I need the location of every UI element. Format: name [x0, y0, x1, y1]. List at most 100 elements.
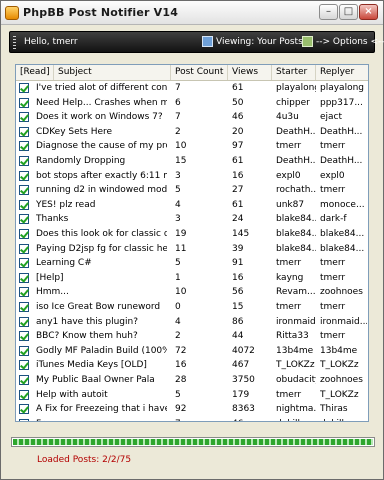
table-row[interactable]: YES! plz read 4 61 unk87 monoce... — [16, 199, 368, 212]
read-checkbox[interactable] — [19, 258, 29, 269]
table-row[interactable]: Freezez. 7 46 dakilla dakilla — [16, 418, 368, 421]
views-cell: 61 — [232, 156, 244, 166]
read-checkbox[interactable] — [19, 375, 29, 385]
table-row[interactable]: Godly MF Paladin Build (100% suc... 72 407… — [16, 345, 368, 358]
table-row[interactable]: Thanks 3 24 blake84... dark-f — [16, 213, 368, 226]
post-count-cell: 10 — [175, 141, 187, 152]
replyer-cell: tmerr — [320, 331, 346, 342]
read-checkbox[interactable] — [19, 229, 29, 239]
replyer-cell: tmerr — [320, 272, 346, 283]
read-checkbox[interactable] — [19, 331, 29, 342]
table-row[interactable]: CDKey Sets Here 2 20 DeathH... DeathH... — [16, 126, 368, 139]
read-checkbox[interactable] — [19, 214, 29, 225]
options-dropdown[interactable]: --> Options <-- ▾ — [316, 37, 384, 47]
read-checkbox[interactable] — [19, 302, 29, 312]
column-header-subject[interactable]: Subject — [54, 65, 171, 80]
minimize-button[interactable]: – — [319, 4, 338, 20]
starter-cell: T_LOKZz — [276, 360, 315, 371]
starter-cell: nightma... — [276, 404, 316, 415]
table-row[interactable]: My Public Baal Owner Pala 28 3750 obudacity… — [16, 374, 368, 387]
starter-cell: dakilla — [276, 418, 316, 421]
table-row[interactable]: Diagnose the cause of my problem... 10 97 t… — [16, 140, 368, 153]
subject-cell: Randomly Dropping — [36, 156, 126, 166]
viewing-dropdown[interactable]: Viewing: Your Posts ▾ — [216, 37, 310, 47]
views-cell: 467 — [232, 360, 250, 371]
read-checkbox[interactable] — [19, 389, 29, 400]
read-checkbox[interactable] — [19, 97, 29, 108]
table-row[interactable]: Learning C# 5 91 tmerr tmerr — [16, 257, 368, 270]
table-row[interactable]: A Fix for Freezeing that i have disc... 9… — [16, 403, 368, 416]
read-checkbox[interactable] — [19, 170, 29, 181]
maximize-button[interactable]: □ — [339, 4, 358, 20]
table-row[interactable]: running d2 in windowed mode... h... 5 27 ro… — [16, 184, 368, 197]
column-header-views[interactable]: Views — [228, 65, 272, 80]
table-row[interactable]: Need Help... Crashes when makin... 6 50 chi… — [16, 97, 368, 110]
subject-cell: Godly MF Paladin Build (100% suc... — [36, 345, 167, 356]
table-row[interactable]: iso Ice Great Bow runeword 0 15 tmerr tmerr — [16, 301, 368, 314]
table-row[interactable]: Does it work on Windows 7? 7 46 4u3u ejact — [16, 111, 368, 124]
posts-list[interactable]: [Read] Subject Post Count Views Starter … — [15, 64, 369, 422]
views-cell: 15 — [232, 302, 244, 312]
column-header-replyer[interactable]: Replyer — [316, 65, 368, 80]
column-header-starter[interactable]: Starter — [272, 65, 316, 80]
views-cell: 179 — [232, 389, 250, 400]
read-checkbox[interactable] — [19, 272, 29, 283]
table-row[interactable]: Hmm... 10 56 Revam... zoohnoes — [16, 286, 368, 299]
read-checkbox[interactable] — [19, 141, 29, 152]
close-button[interactable]: × — [359, 4, 378, 20]
title-bar[interactable]: PhpBB Post Notifier V14 – □ × — [1, 1, 383, 25]
read-checkbox[interactable] — [19, 126, 29, 137]
toolbar-grip-icon[interactable] — [13, 36, 16, 49]
replyer-cell: tmerr — [320, 302, 346, 312]
read-checkbox[interactable] — [19, 199, 29, 210]
options-icon — [302, 36, 313, 47]
progress-fill — [13, 439, 373, 445]
table-row[interactable]: iTunes Media Keys [OLD] 16 467 T_LOKZz T_LOK… — [16, 359, 368, 372]
column-header-post-count[interactable]: Post Count — [171, 65, 228, 80]
post-count-cell: 7 — [175, 112, 181, 123]
table-row[interactable]: Does this look ok for classic d2? 19 145 bl… — [16, 228, 368, 241]
replyer-cell: blake84... — [320, 229, 365, 239]
read-checkbox[interactable] — [19, 112, 29, 123]
read-checkbox[interactable] — [19, 418, 29, 421]
subject-cell: Thanks — [36, 214, 69, 225]
starter-cell: tmerr — [276, 258, 302, 269]
table-row[interactable]: Randomly Dropping 15 61 DeathH... DeathH... — [16, 155, 368, 168]
post-count-cell: 2 — [175, 331, 181, 342]
replyer-cell: 13b4me — [320, 345, 358, 356]
table-row[interactable]: I've tried alot of different configs, bu… — [16, 82, 368, 95]
views-cell: 3750 — [232, 375, 255, 385]
replyer-cell: ejact — [320, 112, 343, 123]
subject-cell: Hmm... — [36, 287, 69, 298]
table-row[interactable]: Paying D2jsp fg for classic help set... 1… — [16, 243, 368, 256]
table-row[interactable]: BBC? Know them huh? 2 44 Ritta33 tmerr — [16, 330, 368, 343]
subject-cell: YES! plz read — [36, 199, 96, 210]
table-row[interactable]: bot stops after exactly 6:11 minutes 3 16 e… — [16, 170, 368, 183]
read-checkbox[interactable] — [19, 156, 29, 166]
progress-bar — [11, 437, 375, 447]
read-checkbox[interactable] — [19, 404, 29, 415]
replyer-cell: DeathH... — [320, 156, 363, 166]
read-checkbox[interactable] — [19, 360, 29, 371]
read-checkbox[interactable] — [19, 185, 29, 196]
post-count-cell: 3 — [175, 214, 181, 225]
post-count-cell: 5 — [175, 185, 181, 196]
replyer-cell: T_LOKZz — [320, 360, 359, 371]
read-checkbox[interactable] — [19, 345, 29, 356]
subject-cell: any1 have this plugin? — [36, 316, 138, 327]
replyer-cell: tmerr — [320, 185, 346, 196]
read-checkbox[interactable] — [19, 287, 29, 298]
read-checkbox[interactable] — [19, 243, 29, 254]
views-cell: 8363 — [232, 404, 255, 415]
starter-cell: blake84... — [276, 214, 316, 225]
toolbar: Hello, tmerr Viewing: Your Posts ▾ --> O… — [9, 31, 384, 53]
app-icon — [5, 6, 19, 20]
column-header-read[interactable]: [Read] — [16, 65, 54, 80]
table-row[interactable]: Help with autoit 5 179 tmerr T_LOKZz — [16, 389, 368, 402]
read-checkbox[interactable] — [19, 316, 29, 327]
read-checkbox[interactable] — [19, 83, 29, 93]
table-row[interactable]: [Help] 1 16 kayng tmerr — [16, 272, 368, 285]
post-count-cell: 5 — [175, 258, 181, 269]
table-row[interactable]: any1 have this plugin? 4 86 ironmaid... iron… — [16, 316, 368, 329]
views-cell: 4072 — [232, 345, 255, 356]
